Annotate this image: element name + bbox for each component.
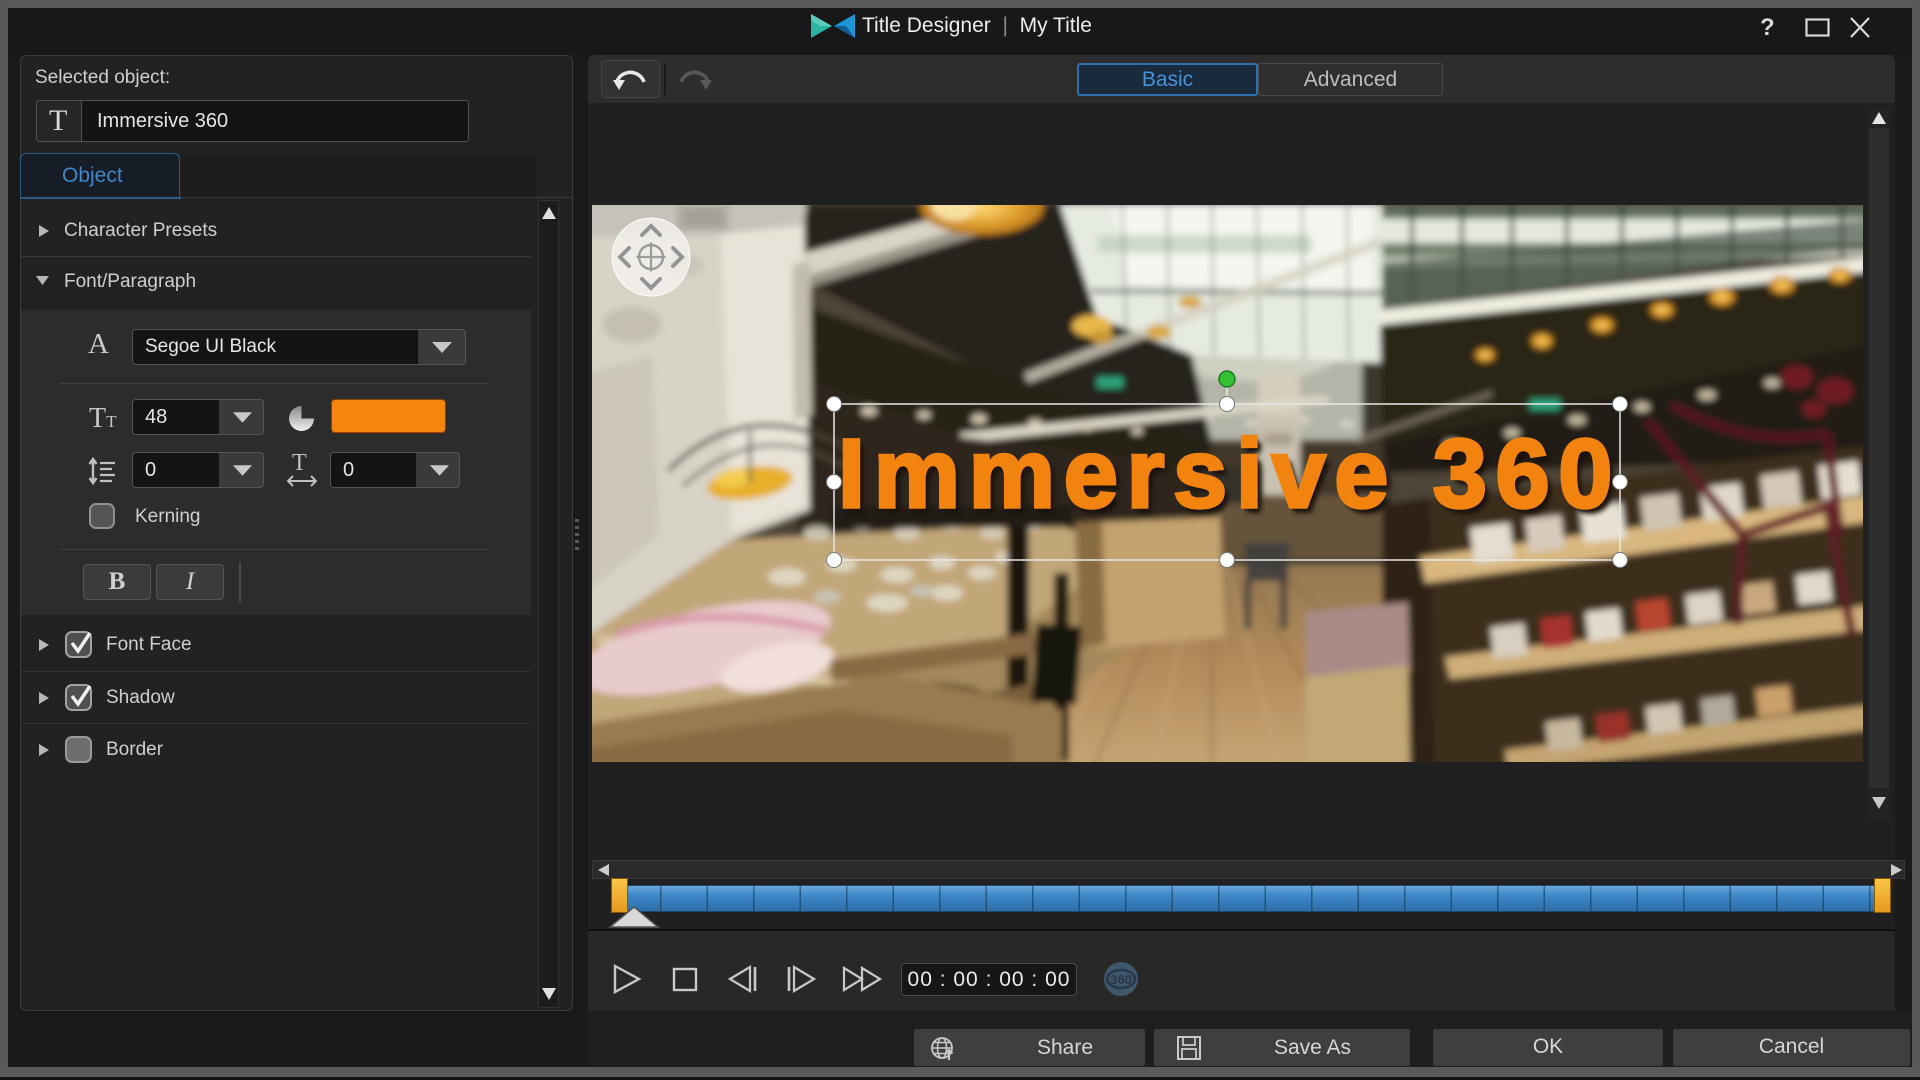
svg-text:360: 360 (1110, 972, 1132, 987)
